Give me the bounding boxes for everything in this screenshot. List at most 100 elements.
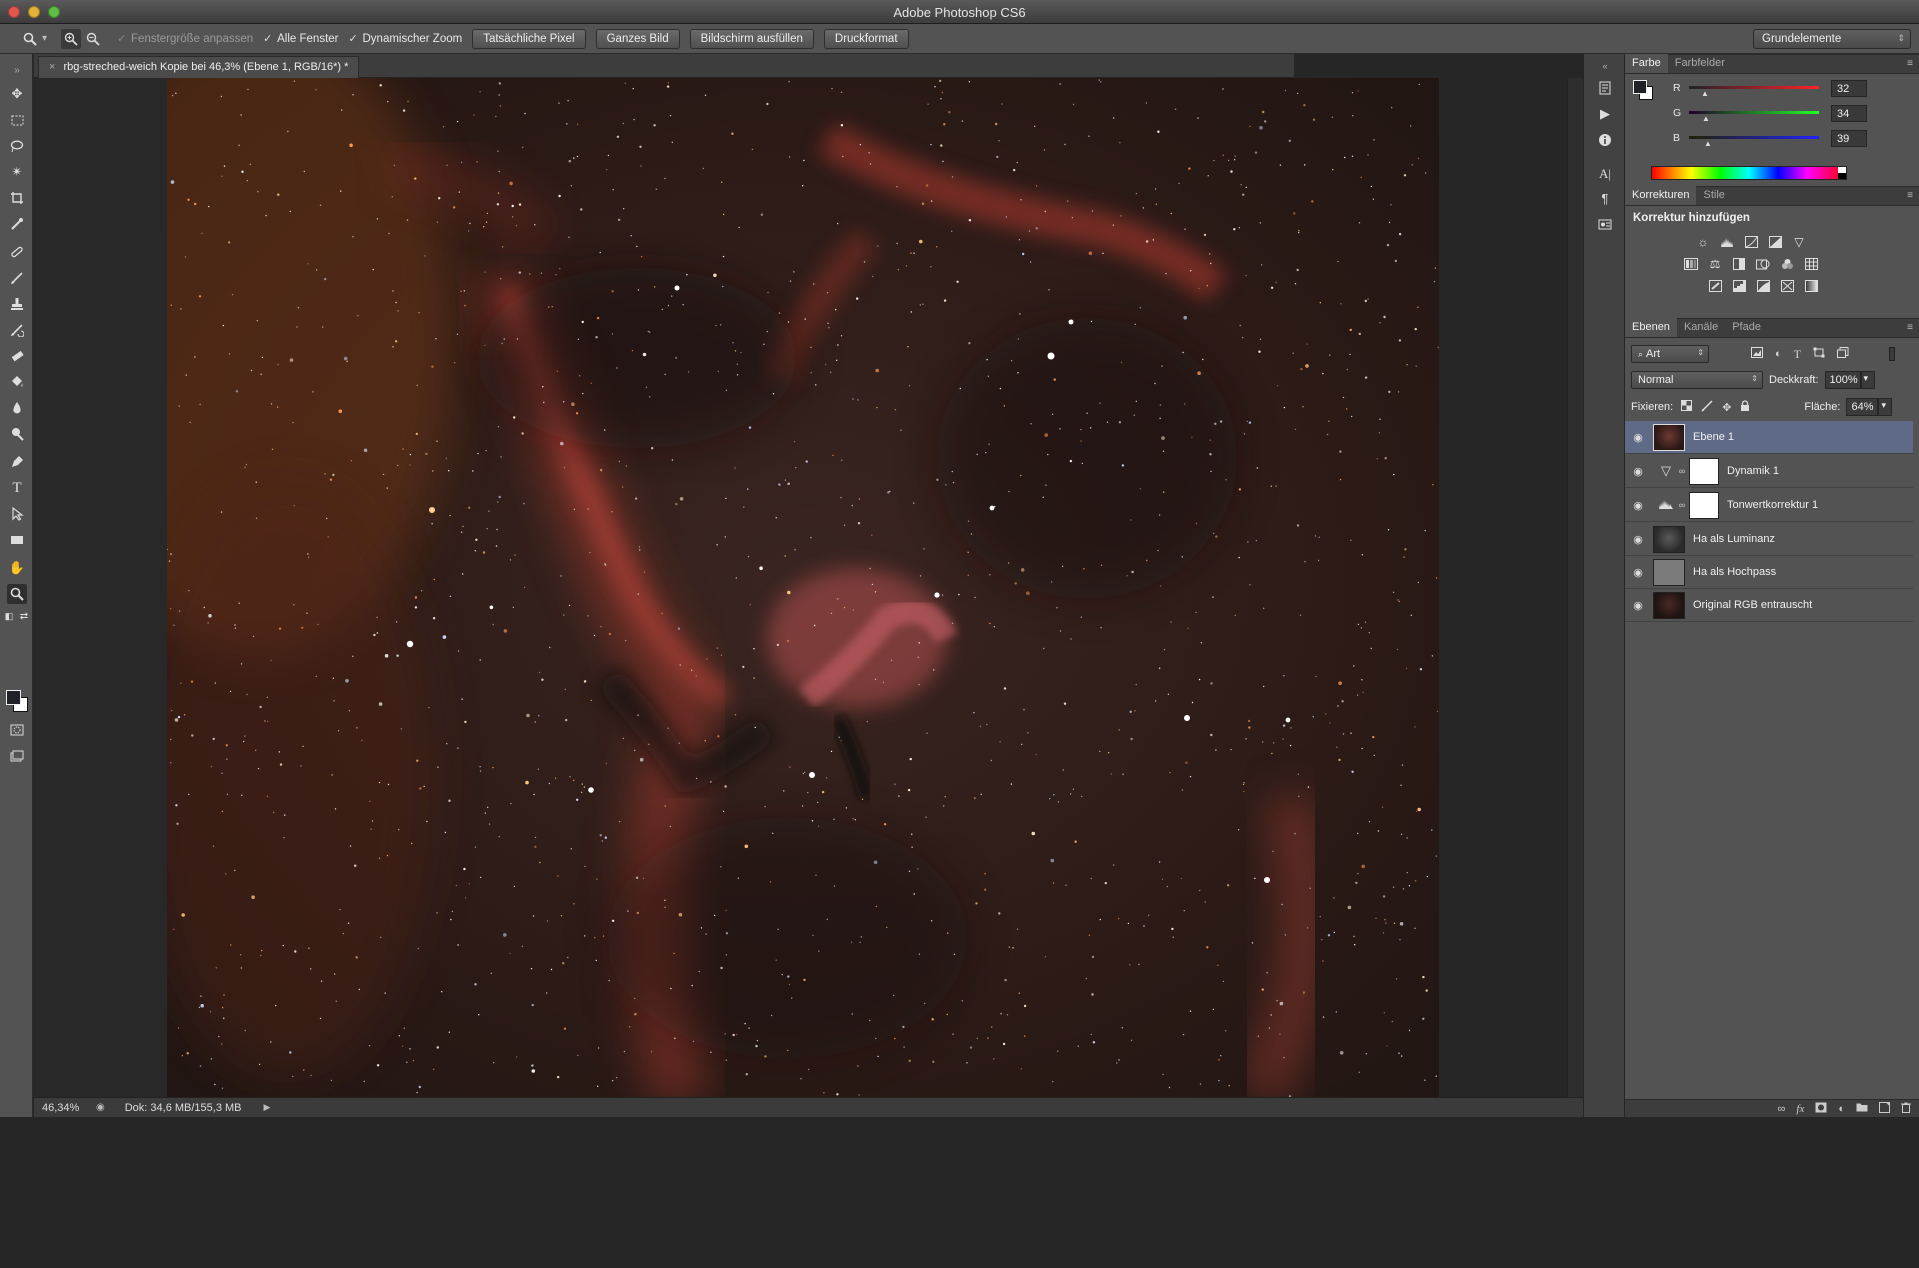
rectangle-tool-icon[interactable]: [7, 530, 27, 550]
color-balance-icon[interactable]: ⚖: [1707, 256, 1723, 272]
scrubby-zoom-checkbox[interactable]: ✓ Dynamischer Zoom: [349, 33, 463, 45]
print-size-button[interactable]: Druckformat: [823, 28, 909, 49]
close-document-icon[interactable]: ×: [49, 61, 55, 73]
actions-panel-icon[interactable]: ▶: [1595, 104, 1615, 124]
tab-paths[interactable]: Pfade: [1725, 318, 1768, 337]
info-panel-icon[interactable]: [1595, 130, 1615, 150]
zoom-preset-dropdown-arrow[interactable]: ▾: [42, 33, 47, 44]
layer-row-dynamik-1[interactable]: ◉ ▽ ∞ Dynamik 1: [1625, 455, 1913, 488]
color-spectrum-bar[interactable]: [1651, 166, 1847, 180]
swap-colors-icon[interactable]: ⇄: [18, 610, 30, 622]
levels-icon[interactable]: [1719, 234, 1735, 250]
path-selection-tool-icon[interactable]: [7, 504, 27, 524]
paint-bucket-tool-icon[interactable]: [7, 372, 27, 392]
eye-icon[interactable]: ◉: [1625, 499, 1651, 512]
brightness-contrast-icon[interactable]: ☼: [1695, 234, 1711, 250]
eye-icon[interactable]: ◉: [1625, 566, 1651, 579]
blue-slider-row[interactable]: B ▲ 39: [1673, 130, 1913, 148]
resize-windows-checkbox[interactable]: ✓ Fenstergröße anpassen: [117, 33, 253, 45]
blue-value-input[interactable]: 39: [1831, 130, 1867, 147]
exposure-icon[interactable]: [1767, 234, 1783, 250]
eye-icon[interactable]: ◉: [1625, 465, 1651, 478]
delete-layer-icon[interactable]: [1901, 1102, 1911, 1116]
layer-row-ebene-1[interactable]: ◉ Ebene 1: [1625, 421, 1913, 454]
hue-saturation-icon[interactable]: [1683, 256, 1699, 272]
brush-tool-icon[interactable]: [7, 268, 27, 288]
panel-menu-icon[interactable]: ≡: [1907, 190, 1913, 201]
selective-color-icon[interactable]: [1779, 278, 1795, 294]
vibrance-icon[interactable]: ▽: [1791, 234, 1807, 250]
layer-row-ha-als-hochpass[interactable]: ◉ Ha als Hochpass: [1625, 556, 1913, 589]
dock-collapse-icon[interactable]: «: [1595, 56, 1615, 76]
red-slider-row[interactable]: R ▲ 32: [1673, 80, 1913, 98]
workspace-switcher[interactable]: Grundelemente ⇕: [1753, 29, 1911, 49]
quick-mask-icon[interactable]: [7, 720, 27, 740]
add-mask-icon[interactable]: [1815, 1102, 1827, 1116]
new-group-icon[interactable]: [1856, 1102, 1868, 1115]
filter-shape-icon[interactable]: [1813, 347, 1825, 361]
tab-channels[interactable]: Kanäle: [1677, 318, 1725, 337]
default-colors-icon[interactable]: ◧: [3, 610, 15, 622]
paragraph-panel-icon[interactable]: ¶: [1595, 188, 1615, 208]
zoom-tool-preset-icon[interactable]: [20, 29, 40, 49]
toolbar-collapse-icon[interactable]: »: [7, 60, 27, 80]
lock-position-icon[interactable]: ✥: [1722, 401, 1731, 414]
eraser-tool-icon[interactable]: [7, 346, 27, 366]
all-windows-checkbox[interactable]: ✓ Alle Fenster: [263, 33, 338, 45]
zoom-in-icon[interactable]: [61, 28, 82, 49]
layer-style-fx-icon[interactable]: fx: [1796, 1103, 1804, 1115]
character-panel-icon[interactable]: A|: [1595, 164, 1615, 184]
screen-mode-icon[interactable]: [7, 746, 27, 766]
channel-mixer-icon[interactable]: [1779, 256, 1795, 272]
status-info-icon[interactable]: ◉: [96, 1102, 105, 1113]
eye-icon[interactable]: ◉: [1625, 431, 1651, 444]
dodge-tool-icon[interactable]: [7, 424, 27, 444]
color-panel-foreground-swatch[interactable]: [1633, 80, 1647, 94]
new-adjustment-layer-icon[interactable]: ◐: [1838, 1103, 1845, 1115]
layer-row-ha-als-luminanz[interactable]: ◉ Ha als Luminanz: [1625, 523, 1913, 556]
zoom-level[interactable]: 46,34%: [42, 1102, 90, 1114]
red-slider-thumb-icon[interactable]: ▲: [1701, 89, 1709, 98]
posterize-icon[interactable]: [1731, 278, 1747, 294]
zoom-tool-icon[interactable]: [7, 584, 27, 604]
nebula-image-canvas[interactable]: [167, 78, 1439, 1097]
status-menu-arrow-icon[interactable]: ▶: [264, 1102, 271, 1113]
threshold-icon[interactable]: [1755, 278, 1771, 294]
photo-filter-icon[interactable]: [1755, 256, 1771, 272]
new-layer-icon[interactable]: [1879, 1101, 1890, 1116]
tab-layers[interactable]: Ebenen: [1625, 318, 1677, 337]
fill-input[interactable]: 64%: [1846, 398, 1879, 416]
green-slider-row[interactable]: G ▲ 34: [1673, 105, 1913, 123]
tool-presets-panel-icon[interactable]: [1595, 214, 1615, 234]
hand-tool-icon[interactable]: ✋: [7, 558, 27, 578]
blend-mode-dropdown[interactable]: Normal ⇕: [1631, 371, 1763, 389]
eye-icon[interactable]: ◉: [1625, 599, 1651, 612]
layer-mask-thumbnail[interactable]: [1689, 457, 1719, 485]
type-tool-icon[interactable]: T: [7, 478, 27, 498]
pen-tool-icon[interactable]: [7, 452, 27, 472]
tab-swatches[interactable]: Farbfelder: [1668, 54, 1732, 73]
opacity-slider-arrow-icon[interactable]: ▾: [1860, 371, 1875, 389]
layer-row-original-rgb-entrauscht[interactable]: ◉ Original RGB entrauscht: [1625, 589, 1913, 622]
red-value-input[interactable]: 32: [1831, 80, 1867, 97]
fill-screen-button[interactable]: Bildschirm ausfüllen: [689, 28, 814, 49]
history-panel-icon[interactable]: [1595, 78, 1615, 98]
marquee-tool-icon[interactable]: [7, 110, 27, 130]
document-tab[interactable]: × rbg-streched-weich Kopie bei 46,3% (Ebe…: [38, 56, 360, 78]
tab-adjustments[interactable]: Korrekturen: [1625, 186, 1697, 205]
layer-filter-kind-dropdown[interactable]: ⌕ Art ⇕: [1631, 345, 1709, 363]
vertical-scrollbar[interactable]: [1567, 78, 1583, 1097]
fit-screen-button[interactable]: Ganzes Bild: [595, 28, 680, 49]
healing-brush-tool-icon[interactable]: [7, 242, 27, 262]
lock-transparent-pixels-icon[interactable]: [1681, 400, 1693, 414]
lock-image-pixels-icon[interactable]: [1701, 399, 1713, 415]
green-slider-thumb-icon[interactable]: ▲: [1702, 114, 1710, 123]
magic-wand-tool-icon[interactable]: ✴: [7, 162, 27, 182]
green-value-input[interactable]: 34: [1831, 105, 1867, 122]
opacity-input[interactable]: 100%: [1824, 371, 1861, 389]
link-layers-icon[interactable]: ∞: [1778, 1103, 1786, 1115]
gradient-map-icon[interactable]: [1803, 278, 1819, 294]
filter-toggle-switch[interactable]: [1889, 347, 1895, 361]
blue-slider-thumb-icon[interactable]: ▲: [1704, 139, 1712, 148]
move-tool-icon[interactable]: ✥: [7, 84, 27, 104]
